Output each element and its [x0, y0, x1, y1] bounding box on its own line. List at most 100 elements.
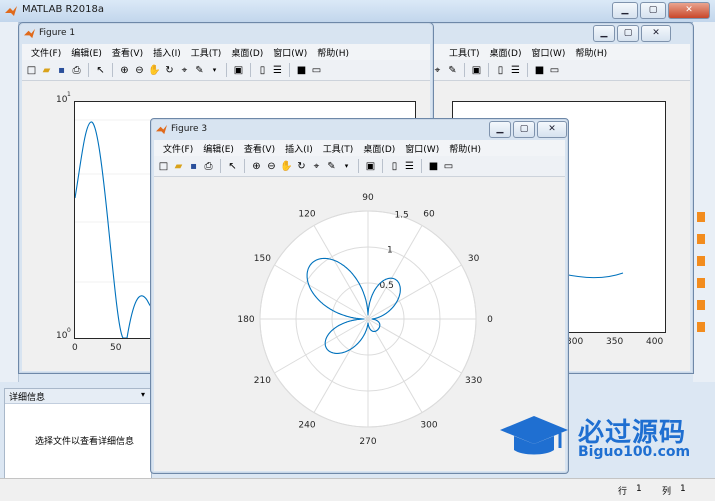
figure1-menu-item[interactable]: 桌面(D) — [226, 44, 268, 61]
hide-plot-tools-icon[interactable]: ■ — [295, 64, 308, 77]
maximize-button[interactable]: ▢ — [640, 2, 666, 19]
main-title-bar: MATLAB R2018a ▁ ▢ ✕ — [0, 0, 715, 23]
figure3-menu-item[interactable]: 插入(I) — [280, 140, 318, 157]
colorbar-icon[interactable]: ▯ — [256, 64, 269, 77]
figure3-menu-item[interactable]: 桌面(D) — [358, 140, 400, 157]
col-label: 列 — [662, 487, 672, 497]
figure3-menu-item[interactable]: 窗口(W) — [400, 140, 444, 157]
graduation-cap-icon — [500, 416, 568, 455]
figure3-menu-item[interactable]: 编辑(E) — [198, 140, 239, 157]
brush-icon[interactable]: ✎ — [193, 64, 206, 77]
figure2-close-button[interactable]: ✕ — [641, 25, 671, 42]
pan-icon[interactable]: ✋ — [280, 160, 293, 173]
figure3-title: Figure 3 — [171, 124, 208, 134]
zoom-in-icon[interactable]: ⊕ — [118, 64, 131, 77]
chevron-down-icon[interactable]: ▾ — [340, 160, 353, 173]
figure1-title: Figure 1 — [39, 28, 76, 38]
hide-plot-tools-icon[interactable]: ■ — [427, 160, 440, 173]
workspace-strip — [693, 22, 715, 382]
figure2-toolbar: ⌖ ✎ ▣ ▯ ☰ ■ ▭ — [424, 60, 690, 81]
colorbar-icon[interactable]: ▯ — [494, 64, 507, 77]
figure3-menu-item[interactable]: 工具(T) — [318, 140, 359, 157]
col-value: 1 — [680, 484, 686, 494]
matlab-logo-icon — [156, 124, 167, 135]
open-file-icon[interactable]: ▰ — [40, 64, 53, 77]
colorbar-icon[interactable]: ▯ — [388, 160, 401, 173]
matlab-logo-icon — [5, 6, 17, 16]
fig1-ytick-top-exp: 1 — [67, 91, 71, 98]
new-figure-icon[interactable]: □ — [157, 160, 170, 173]
figure2-menu-item[interactable]: 窗口(W) — [526, 44, 570, 61]
close-button[interactable]: ✕ — [668, 2, 710, 19]
figure3-minimize-button[interactable]: ▁ — [489, 121, 511, 138]
link-plot-icon[interactable]: ▣ — [364, 160, 377, 173]
save-icon[interactable]: ▪ — [55, 64, 68, 77]
polar-radius-label: 1 — [387, 246, 393, 256]
data-cursor-icon[interactable]: ⌖ — [178, 64, 191, 77]
polar-angle-label: 90 — [362, 193, 374, 203]
show-plot-tools-icon[interactable]: ▭ — [548, 64, 561, 77]
zoom-out-icon[interactable]: ⊖ — [265, 160, 278, 173]
show-plot-tools-icon[interactable]: ▭ — [310, 64, 323, 77]
brush-icon[interactable]: ✎ — [446, 64, 459, 77]
legend-icon[interactable]: ☰ — [403, 160, 416, 173]
chevron-down-icon[interactable]: ▾ — [208, 64, 221, 77]
polar-angle-label: 300 — [420, 421, 437, 431]
figure3-menu-item[interactable]: 查看(V) — [239, 140, 280, 157]
figure2-maximize-button[interactable]: ▢ — [617, 25, 639, 42]
figure1-title-bar: Figure 1 — [19, 23, 433, 45]
new-figure-icon[interactable]: □ — [25, 64, 38, 77]
chevron-down-icon[interactable]: ▾ — [141, 390, 145, 399]
polar-angle-label: 240 — [298, 421, 315, 431]
legend-icon[interactable]: ☰ — [509, 64, 522, 77]
figure2-menu-item[interactable]: 工具(T) — [444, 44, 485, 61]
link-plot-icon[interactable]: ▣ — [470, 64, 483, 77]
figure3-toolbar: □ ▰ ▪ ⎙ ↖ ⊕ ⊖ ✋ ↻ ⌖ ✎ ▾ ▣ ▯ ☰ ■ ▭ — [154, 156, 565, 177]
polar-angle-label: 330 — [465, 376, 482, 386]
edit-plot-icon[interactable]: ↖ — [94, 64, 107, 77]
figure1-menu-item[interactable]: 文件(F) — [26, 44, 66, 61]
figure2-minimize-button[interactable]: ▁ — [593, 25, 615, 42]
polar-radius-label: 1.5 — [394, 210, 408, 220]
brush-icon[interactable]: ✎ — [325, 160, 338, 173]
figure1-menu-item[interactable]: 窗口(W) — [268, 44, 312, 61]
details-message: 选择文件以查看详细信息 — [35, 437, 135, 447]
legend-icon[interactable]: ☰ — [271, 64, 284, 77]
main-window-title: MATLAB R2018a — [22, 4, 105, 15]
figure3-maximize-button[interactable]: ▢ — [513, 121, 535, 138]
fig1-xtick-0: 0 — [72, 343, 78, 353]
figure3-menu-item[interactable]: 文件(F) — [158, 140, 198, 157]
save-icon[interactable]: ▪ — [187, 160, 200, 173]
minimize-button[interactable]: ▁ — [612, 2, 638, 19]
figure3-close-button[interactable]: ✕ — [537, 121, 567, 138]
zoom-out-icon[interactable]: ⊖ — [133, 64, 146, 77]
fig1-ytick-top: 10 — [56, 95, 68, 105]
figure1-menu-item[interactable]: 帮助(H) — [312, 44, 354, 61]
rotate-3d-icon[interactable]: ↻ — [163, 64, 176, 77]
data-cursor-icon[interactable]: ⌖ — [310, 160, 323, 173]
show-plot-tools-icon[interactable]: ▭ — [442, 160, 455, 173]
open-file-icon[interactable]: ▰ — [172, 160, 185, 173]
figure1-menu-item[interactable]: 查看(V) — [107, 44, 148, 61]
fig1-ytick-bottom: 10 — [56, 331, 68, 341]
zoom-in-icon[interactable]: ⊕ — [250, 160, 263, 173]
watermark-logo: 必过源码 Biguo100.com — [498, 410, 708, 466]
fig2-xtick-350: 350 — [606, 337, 624, 347]
edit-plot-icon[interactable]: ↖ — [226, 160, 239, 173]
rotate-3d-icon[interactable]: ↻ — [295, 160, 308, 173]
link-plot-icon[interactable]: ▣ — [232, 64, 245, 77]
figure3-menu-item[interactable]: 帮助(H) — [444, 140, 486, 157]
print-icon[interactable]: ⎙ — [70, 64, 83, 77]
figure1-menu-item[interactable]: 插入(I) — [148, 44, 186, 61]
figure1-menu-item[interactable]: 工具(T) — [186, 44, 227, 61]
figure2-menu-item[interactable]: 桌面(D) — [485, 44, 527, 61]
pan-icon[interactable]: ✋ — [148, 64, 161, 77]
hide-plot-tools-icon[interactable]: ■ — [533, 64, 546, 77]
polar-angle-label: 150 — [254, 254, 271, 264]
print-icon[interactable]: ⎙ — [202, 160, 215, 173]
polar-angle-label: 30 — [468, 254, 480, 264]
details-panel-title: 详细信息 — [9, 393, 46, 403]
figure2-menu-item[interactable]: 帮助(H) — [570, 44, 612, 61]
figure1-menu-item[interactable]: 编辑(E) — [66, 44, 107, 61]
polar-angle-label: 120 — [298, 209, 315, 219]
